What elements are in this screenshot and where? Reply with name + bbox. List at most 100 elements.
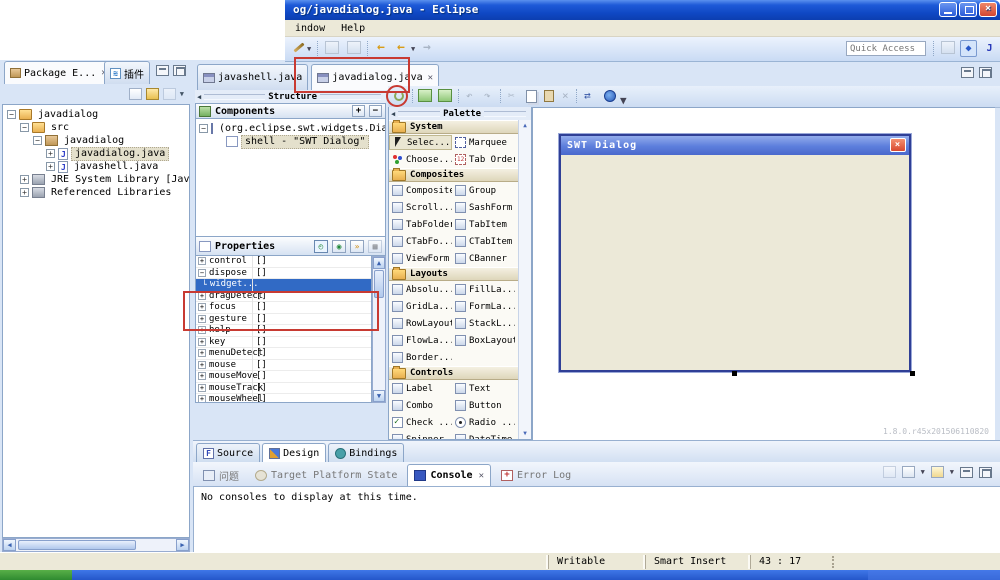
show-events-icon[interactable]: ◉ (332, 239, 346, 253)
palette-item-absolu[interactable]: Absolu... (389, 282, 452, 297)
focus-icon[interactable] (162, 88, 176, 100)
expander-icon[interactable]: − (199, 124, 208, 133)
palette-item-spinner[interactable]: Spinner (389, 432, 452, 439)
view-minimize-icon[interactable] (156, 65, 169, 76)
palette-item-combo[interactable]: Combo (389, 398, 452, 413)
expander-icon[interactable]: + (20, 188, 29, 197)
scroll-left-icon[interactable]: ◀ (3, 539, 16, 551)
property-row-mouse[interactable]: + mouse [] (196, 360, 371, 371)
console-minimize-icon[interactable] (960, 466, 973, 478)
tab-source[interactable]: F Source (196, 443, 261, 462)
palette-item-marquee[interactable]: Marquee (452, 135, 515, 150)
palette-item-border[interactable]: Border... (389, 350, 452, 365)
palette-category-system[interactable]: System (389, 120, 518, 134)
scroll-down-icon[interactable]: ▼ (373, 390, 385, 402)
palette-item-stackl[interactable]: StackL... (452, 316, 515, 331)
tab-error-log[interactable]: Error Log (495, 464, 577, 486)
palette-item-choose[interactable]: Choose... (389, 152, 452, 167)
collapse-left-icon[interactable]: ◀ (197, 93, 201, 101)
tree-item-javashell-java[interactable]: + javashell.java (3, 160, 189, 173)
open-perspective-icon[interactable] (939, 40, 956, 57)
expander-icon[interactable]: + (198, 372, 206, 381)
palette-item-check[interactable]: Check ... (389, 415, 452, 430)
redo-icon[interactable]: ↷ (484, 89, 491, 103)
close-button[interactable]: × (979, 2, 997, 17)
tab-问题[interactable]: 问题 (197, 464, 245, 486)
tree-item-javadialog[interactable]: − javadialog (3, 134, 189, 147)
tree-item-javadialog-java[interactable]: + javadialog.java (3, 146, 189, 161)
palette-vscrollbar[interactable]: ▲ ▼ (518, 120, 531, 439)
property-row-mouseTrack[interactable]: + mouseTrack[] (196, 383, 371, 394)
copy-icon[interactable] (526, 90, 537, 103)
palette-item-text[interactable]: Text (452, 381, 515, 396)
tree-item-javadialog[interactable]: − javadialog (3, 108, 189, 121)
tab-package-explorer[interactable]: Package E... ✕ (4, 61, 113, 84)
cut-icon[interactable]: ✂ (508, 89, 515, 103)
locale-dropdown-icon[interactable]: ▼ (620, 94, 627, 108)
designer-perspective-button[interactable]: ◆ (960, 40, 977, 57)
java-perspective-button[interactable]: J (981, 40, 998, 57)
title-bar[interactable]: og/javadialog.java - Eclipse × (285, 0, 1000, 20)
property-row-mouseWheel[interactable]: + mouseWheel[] (196, 394, 371, 402)
palette-item-sashform[interactable]: SashForm (452, 200, 515, 215)
tab-console[interactable]: Console ✕ (407, 464, 492, 486)
display-selected-console-icon[interactable] (901, 466, 915, 478)
property-row-menuDetect[interactable]: + menuDetect[] (196, 348, 371, 360)
palette-category-layouts[interactable]: Layouts (389, 266, 518, 281)
palette-item-composite[interactable]: Composite (389, 183, 452, 198)
components-root-node[interactable]: − (org.eclipse.swt.widgets.Dialog_ (196, 122, 385, 135)
minimize-button[interactable] (939, 2, 957, 17)
collapse-all-icon[interactable] (128, 88, 142, 100)
editor-minimize-icon[interactable] (961, 67, 974, 78)
test-dialog-icon[interactable] (418, 89, 432, 102)
palette-category-composites[interactable]: Composites (389, 167, 518, 182)
new-console-view-icon[interactable] (930, 466, 944, 478)
palette-item-fillla[interactable]: FillLa... (452, 282, 515, 297)
back-dropdown-icon[interactable]: ▼ (411, 45, 415, 53)
palette-item-scroll[interactable]: Scroll... (389, 200, 452, 215)
palette-item-gridla[interactable]: GridLa... (389, 299, 452, 314)
palette-item-ctabitem[interactable]: CTabItem (452, 234, 515, 249)
dialog-close-icon[interactable]: × (890, 138, 906, 152)
expander-icon[interactable]: + (198, 337, 206, 346)
swt-dialog-preview[interactable]: SWT Dialog × (559, 134, 915, 376)
expander-icon[interactable]: + (46, 149, 55, 158)
back-history-icon[interactable]: ← (397, 41, 405, 55)
editor-tab-javashell-java[interactable]: javashell.java (197, 64, 309, 90)
scrollbar-thumb[interactable] (18, 540, 136, 550)
quick-access-input[interactable] (846, 41, 926, 56)
palette-item-cbanner[interactable]: CBanner (452, 251, 515, 266)
console-maximize-icon[interactable] (979, 466, 992, 478)
undo-icon[interactable]: ↶ (466, 89, 473, 103)
goto-definition-icon[interactable]: » (350, 239, 364, 253)
expand-all-icon[interactable]: + (352, 105, 365, 117)
view-maximize-icon[interactable] (173, 65, 186, 76)
open-console-icon[interactable] (882, 466, 896, 478)
expander-icon[interactable]: − (198, 268, 206, 277)
palette-item-taborder[interactable]: Tab Order (452, 152, 515, 167)
palette-item-radio[interactable]: Radio ... (452, 415, 515, 430)
tree-item-referenced-libraries[interactable]: + Referenced Libraries (3, 186, 189, 199)
console-dropdown-icon[interactable]: ▼ (921, 468, 925, 476)
expander-icon[interactable]: − (7, 110, 16, 119)
show-advanced-properties-icon[interactable]: ◴ (314, 239, 328, 253)
menu-help[interactable]: Help (341, 23, 365, 34)
locale-globe-icon[interactable] (604, 90, 616, 102)
scroll-up-icon[interactable]: ▲ (523, 122, 527, 129)
palette-item-tabitem[interactable]: TabItem (452, 217, 515, 232)
palette-item-ctabfo[interactable]: CTabFo... (389, 234, 452, 249)
design-canvas[interactable]: SWT Dialog × 1.8.0.r45x201506110820 (532, 107, 995, 440)
view-menu-icon[interactable]: ▼ (180, 90, 184, 98)
tab-plugin[interactable]: ≋ 插件 (104, 61, 150, 84)
palette-item-selec[interactable]: Selec... (389, 135, 452, 150)
palette-item-rowlayout[interactable]: RowLayout (389, 316, 452, 331)
link-with-editor-icon[interactable] (145, 88, 159, 100)
expander-icon[interactable]: − (20, 123, 29, 132)
close-icon[interactable]: ✕ (479, 471, 484, 481)
tree-item-jre-system-library-javase-1-[interactable]: + JRE System Library [JavaSE-1. (3, 173, 189, 186)
tab-target-platform-state[interactable]: Target Platform State (249, 464, 403, 486)
palette-item-datetime[interactable]: DateTime (452, 432, 515, 439)
palette-item-viewform[interactable]: ViewForm (389, 251, 452, 266)
scroll-right-icon[interactable]: ▶ (176, 539, 189, 551)
palette-item-button[interactable]: Button (452, 398, 515, 413)
